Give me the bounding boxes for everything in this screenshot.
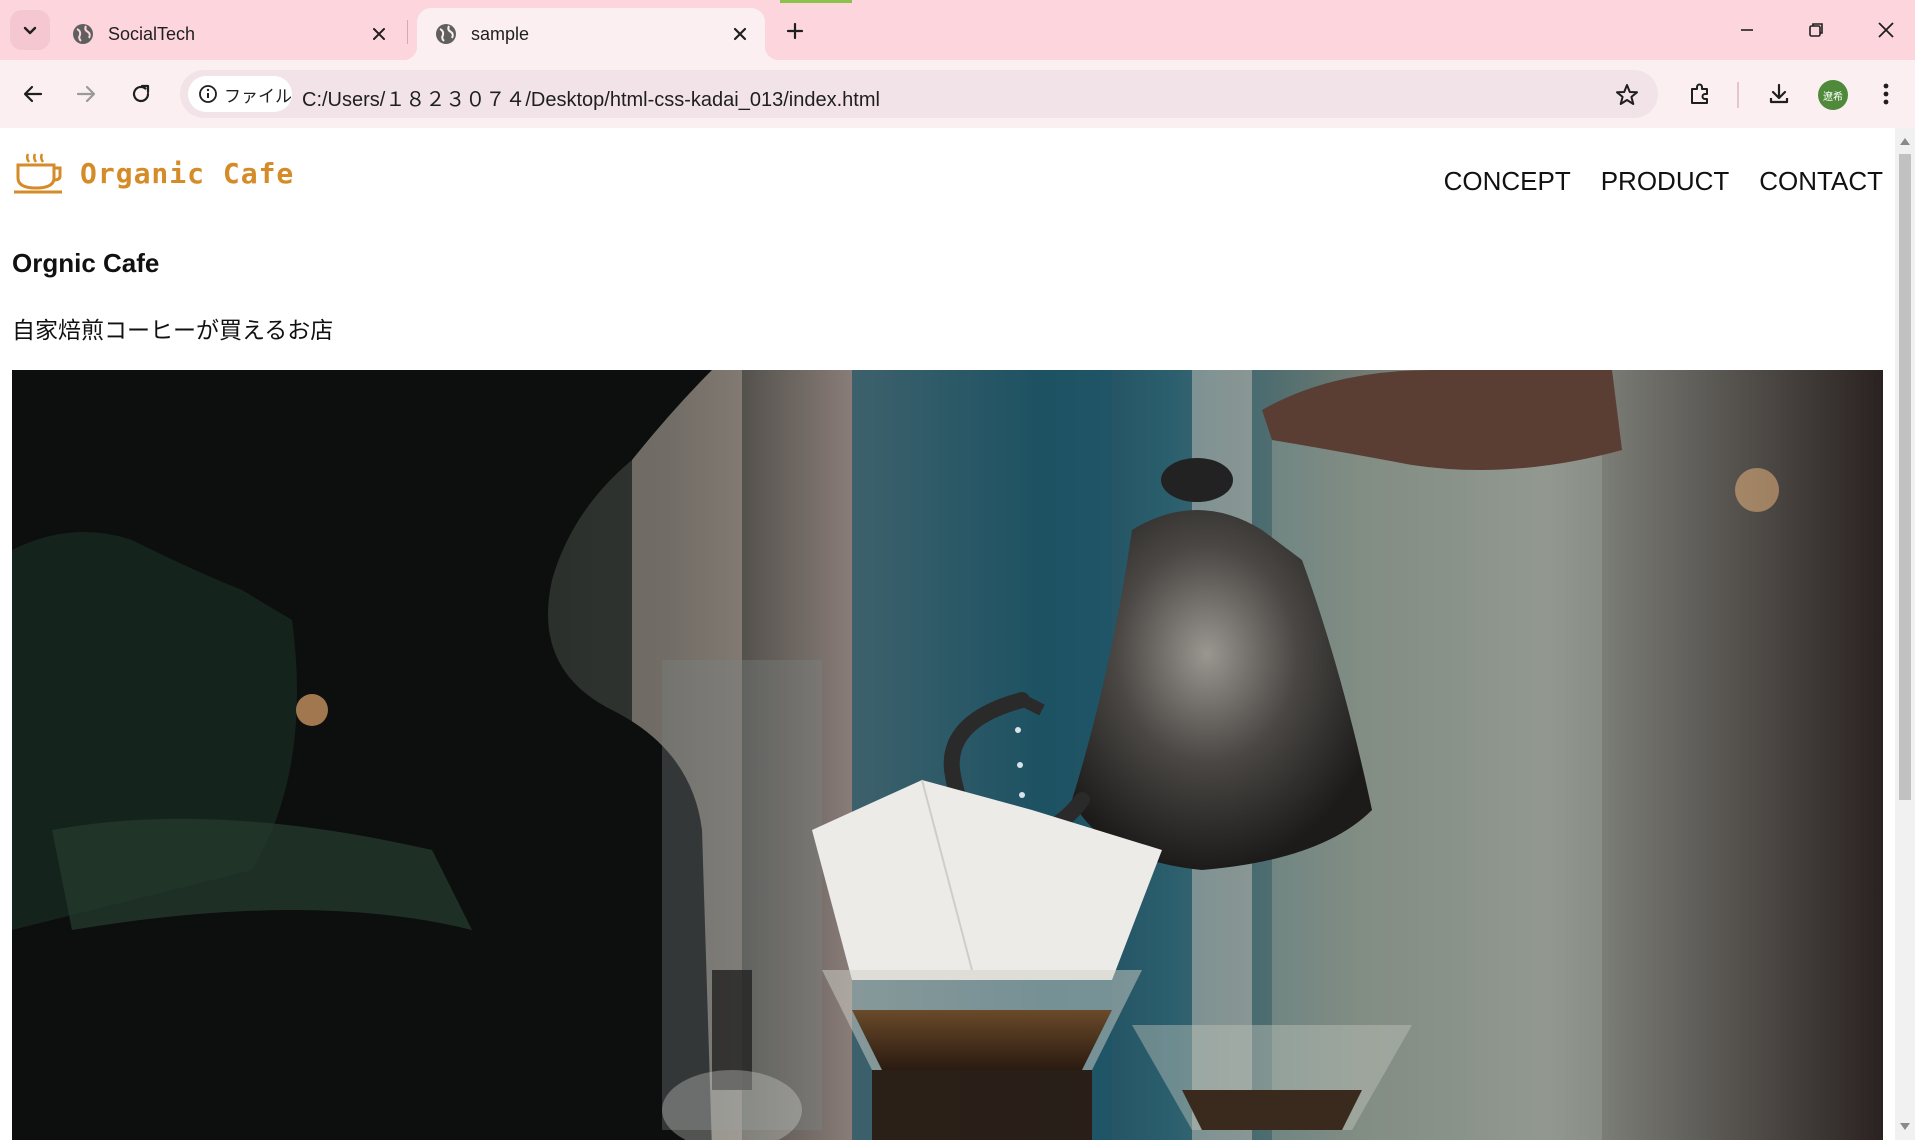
global-nav: CONCEPT PRODUCT CONTACT bbox=[1444, 166, 1883, 197]
tab-title: sample bbox=[471, 23, 530, 44]
close-icon[interactable] bbox=[370, 25, 388, 43]
close-window-button[interactable] bbox=[1866, 10, 1906, 50]
scroll-thumb[interactable] bbox=[1899, 154, 1911, 800]
coffee-cup-icon bbox=[14, 153, 62, 194]
profile-avatar[interactable]: 遼希 bbox=[1818, 80, 1848, 110]
reload-icon bbox=[132, 84, 150, 103]
scroll-up-arrow-icon[interactable] bbox=[1900, 138, 1910, 145]
new-tab-button[interactable] bbox=[776, 12, 814, 50]
star-icon[interactable] bbox=[1614, 82, 1640, 108]
tab-sample[interactable]: sample bbox=[403, 8, 779, 60]
plus-icon bbox=[786, 22, 804, 40]
more-vert-icon bbox=[1883, 83, 1889, 105]
nav-link-concept[interactable]: CONCEPT bbox=[1444, 166, 1571, 197]
puzzle-icon bbox=[1691, 83, 1708, 104]
forward-button[interactable] bbox=[66, 74, 106, 114]
arrow-right-icon bbox=[76, 85, 96, 103]
site-header: Organic Cafe CONCEPT PRODUCT CONTACT bbox=[0, 128, 1895, 228]
globe-icon bbox=[436, 24, 456, 44]
nav-link-product[interactable]: PRODUCT bbox=[1601, 166, 1730, 197]
site-logo[interactable]: Organic Cafe bbox=[14, 152, 294, 194]
browser-toolbar: ファイル C:/Users/１８２３０７４/Desktop/html-css-k… bbox=[0, 60, 1915, 128]
restore-button[interactable] bbox=[1796, 10, 1836, 50]
loading-indicator bbox=[780, 0, 852, 3]
page-viewport: Organic Cafe CONCEPT PRODUCT CONTACT Org… bbox=[0, 128, 1895, 1140]
download-icon bbox=[1769, 83, 1789, 104]
hero-subtitle: 自家焙煎コーヒーが買えるお店 bbox=[12, 318, 334, 344]
scroll-down-arrow-icon[interactable] bbox=[1900, 1123, 1910, 1130]
hero-title: Orgnic Cafe bbox=[12, 248, 160, 278]
menu-button[interactable] bbox=[1866, 74, 1906, 114]
browser-tab-strip: SocialTech sample bbox=[0, 0, 1915, 60]
site-chip-label: ファイル bbox=[224, 86, 292, 107]
tab-socialtech[interactable]: SocialTech bbox=[54, 8, 404, 60]
vertical-scrollbar[interactable] bbox=[1895, 128, 1915, 1140]
url-text[interactable]: C:/Users/１８２３０７４/Desktop/html-css-kadai_… bbox=[302, 83, 880, 112]
restore-icon bbox=[1809, 23, 1823, 37]
close-icon bbox=[1878, 22, 1894, 38]
toolbar-separator bbox=[1737, 82, 1739, 108]
back-button[interactable] bbox=[13, 74, 53, 114]
close-icon[interactable] bbox=[731, 25, 749, 43]
minimize-icon bbox=[1741, 29, 1753, 31]
hero-image-coffee-pour bbox=[12, 370, 1883, 1140]
arrow-left-icon bbox=[23, 85, 43, 103]
nav-link-contact[interactable]: CONTACT bbox=[1759, 166, 1883, 197]
site-info-chip[interactable]: ファイル bbox=[188, 76, 292, 112]
downloads-button[interactable] bbox=[1759, 74, 1799, 114]
tab-search-button[interactable] bbox=[10, 10, 50, 50]
coffee-pour-photo bbox=[12, 370, 1883, 1140]
logo-text: Organic Cafe bbox=[80, 156, 295, 190]
chevron-down-icon bbox=[23, 26, 37, 35]
tab-separator bbox=[407, 20, 408, 44]
info-icon bbox=[199, 85, 217, 103]
reload-button[interactable] bbox=[121, 74, 161, 114]
minimize-button[interactable] bbox=[1727, 10, 1767, 50]
extensions-button[interactable] bbox=[1680, 74, 1720, 114]
address-bar[interactable]: ファイル C:/Users/１８２３０７４/Desktop/html-css-k… bbox=[180, 70, 1658, 118]
tab-title: SocialTech bbox=[108, 23, 196, 44]
globe-icon bbox=[73, 24, 93, 44]
